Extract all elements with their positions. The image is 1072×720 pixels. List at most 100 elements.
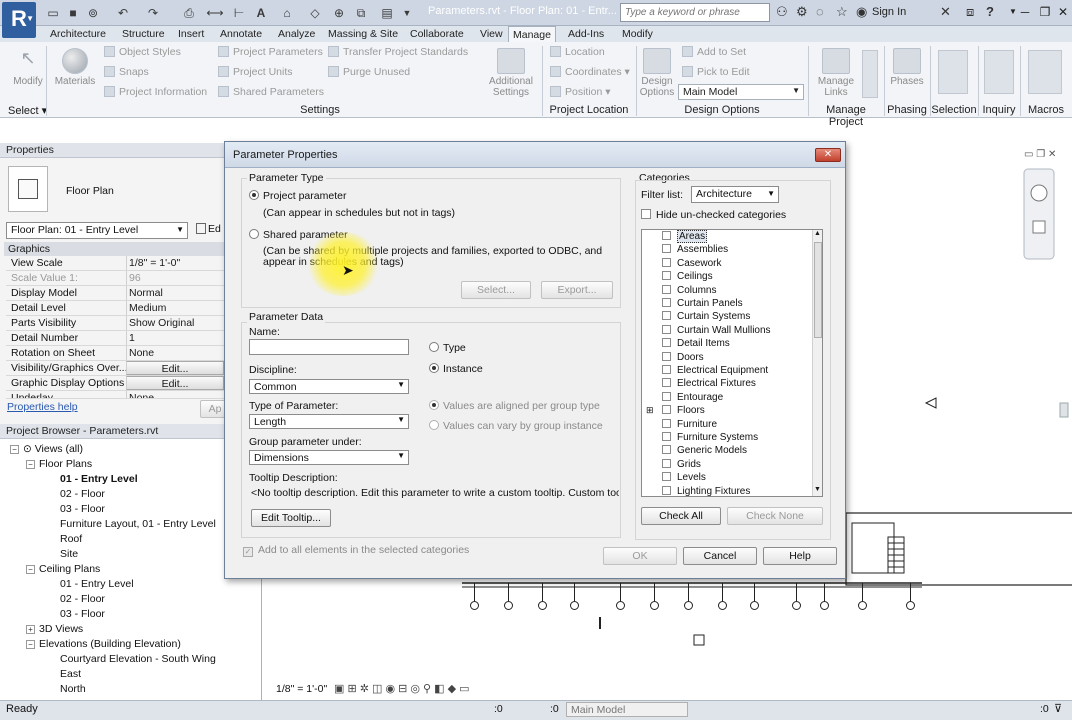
category-item[interactable]: Assemblies (642, 244, 812, 257)
category-item[interactable]: Electrical Equipment (642, 365, 812, 378)
checkbox-icon[interactable] (662, 405, 671, 415)
redo-icon[interactable]: ↷ (144, 4, 162, 22)
scroll-down-icon[interactable]: ▼ (814, 486, 821, 493)
expand-icon[interactable]: + (26, 625, 35, 634)
user-icon[interactable]: ◉ (856, 4, 867, 20)
category-item[interactable]: Areas (642, 230, 812, 244)
pick-to-edit-button[interactable]: Pick to Edit (682, 66, 750, 78)
shared-parameters-button[interactable]: Shared Parameters (218, 86, 324, 98)
edit-tooltip-button[interactable]: Edit Tooltip... (251, 509, 331, 527)
expand-icon[interactable]: − (10, 445, 19, 454)
save-icon[interactable]: ■ (64, 4, 82, 22)
checkbox-icon[interactable] (662, 458, 671, 468)
purge-unused-button[interactable]: Purge Unused (328, 66, 410, 78)
measure-icon[interactable]: ⟷ (206, 4, 224, 22)
chevron-down-icon[interactable]: ▼ (398, 4, 416, 22)
tree-item[interactable]: Courtyard Elevation - South Wing (60, 653, 216, 665)
checkbox-icon[interactable] (662, 391, 671, 401)
status-main-model-select[interactable]: Main Model (566, 702, 688, 717)
tree-item[interactable]: − ⊙ Views (all) (10, 443, 83, 455)
expand-icon[interactable]: − (26, 640, 35, 649)
category-item[interactable]: Casework (642, 257, 812, 271)
values-vary-radio[interactable]: Values can vary by group instance (429, 420, 603, 432)
category-item[interactable]: Generic Models (642, 445, 812, 458)
add-to-all-checkbox[interactable]: ✓ Add to all elements in the selected cat… (243, 544, 469, 557)
search-input[interactable] (620, 3, 770, 22)
section-icon[interactable]: ◇ (306, 4, 324, 22)
checkbox-icon[interactable] (662, 324, 671, 334)
inquiry-icon[interactable] (984, 50, 1014, 94)
project-information-button[interactable]: Project Information (104, 86, 207, 98)
tree-item[interactable]: 01 - Entry Level (60, 473, 138, 485)
property-value[interactable]: 1/8" = 1'-0" (126, 256, 224, 270)
text-icon[interactable]: A (252, 4, 270, 22)
design-options-button[interactable]: Design Options (638, 48, 676, 98)
edit-type-button[interactable]: Ed (196, 223, 221, 235)
tree-item[interactable]: − Ceiling Plans (26, 563, 100, 575)
check-none-button[interactable]: Check None (727, 507, 823, 525)
checkbox-icon[interactable] (662, 311, 671, 321)
tab-architecture[interactable]: Architecture (46, 26, 110, 42)
sync-icon[interactable]: ⊚ (84, 4, 102, 22)
starting-view-icon[interactable] (862, 50, 878, 98)
category-item[interactable]: Entourage (642, 391, 812, 405)
tab-analyze[interactable]: Analyze (274, 26, 319, 42)
view-scale-control[interactable]: 1/8" = 1'-0" (276, 683, 327, 695)
checkbox-icon[interactable] (662, 365, 671, 374)
tree-item[interactable]: − Elevations (Building Elevation) (26, 638, 181, 650)
snaps-button[interactable]: Snaps (104, 66, 149, 78)
check-all-button[interactable]: Check All (641, 507, 721, 525)
help-icon[interactable]: ? (986, 4, 994, 19)
materials-button[interactable]: Materials (52, 48, 98, 87)
tree-item[interactable]: Furniture Layout, 01 - Entry Level (60, 518, 216, 530)
help-button[interactable]: Help (763, 547, 837, 565)
expand-icon[interactable]: ⊞ (646, 405, 654, 416)
object-styles-button[interactable]: Object Styles (104, 46, 181, 58)
instance-selector[interactable]: Floor Plan: 01 - Entry Level ▼ (6, 222, 188, 239)
categories-list[interactable]: Areas Assemblies Casework Ceilings Columns Cu… (641, 229, 823, 497)
filter-icon[interactable]: ⊽ (1054, 702, 1062, 715)
expand-icon[interactable]: − (26, 565, 35, 574)
3d-icon[interactable]: ⌂ (278, 4, 296, 22)
tab-add-ins[interactable]: Add-Ins (564, 26, 608, 42)
instance-radio[interactable]: Instance (429, 363, 483, 375)
tab-massing-site[interactable]: Massing & Site (324, 26, 402, 42)
close-windows-icon[interactable]: ⧉ (352, 4, 370, 22)
checkbox-icon[interactable] (662, 231, 671, 240)
open-icon[interactable]: ▭ (44, 4, 62, 22)
checkbox-icon[interactable] (662, 244, 671, 254)
project-units-button[interactable]: Project Units (218, 66, 293, 78)
category-item[interactable]: Furniture Systems (642, 432, 812, 445)
print-icon[interactable]: ⎙ (180, 4, 198, 22)
checkbox-icon[interactable] (662, 485, 671, 495)
checkbox-icon[interactable] (662, 298, 671, 307)
category-item[interactable]: ⊞ Floors (642, 405, 812, 418)
expand-icon[interactable]: − (26, 460, 35, 469)
scroll-up-icon[interactable]: ▲ (814, 230, 821, 237)
tree-item[interactable]: 03 - Floor (60, 608, 105, 620)
exchange-icon[interactable]: ✕ (940, 4, 951, 20)
tree-item[interactable]: Site (60, 548, 78, 560)
project-parameters-button[interactable]: Project Parameters (218, 46, 323, 58)
communication-icon[interactable]: ◌ (816, 4, 824, 19)
checkbox-icon[interactable] (662, 257, 671, 267)
category-item[interactable]: Furniture (642, 418, 812, 432)
tree-item[interactable]: Roof (60, 533, 82, 545)
main-model-select[interactable]: Main Model ▼ (678, 84, 804, 100)
macros-icon[interactable] (1028, 50, 1062, 94)
category-item[interactable]: Doors (642, 351, 812, 365)
star-icon[interactable]: ☆ (836, 4, 848, 20)
category-item[interactable]: Curtain Systems (642, 311, 812, 324)
properties-help-link[interactable]: Properties help (7, 401, 78, 413)
tree-item[interactable]: 01 - Entry Level (60, 578, 134, 590)
checkbox-icon[interactable] (662, 284, 671, 294)
category-item[interactable]: Curtain Wall Mullions (642, 324, 812, 338)
additional-settings-button[interactable]: Additional Settings (484, 48, 538, 98)
tab-manage[interactable]: Manage (508, 26, 556, 42)
checkbox-icon[interactable] (662, 445, 671, 455)
scrollbar-thumb[interactable] (814, 242, 822, 338)
ok-button[interactable]: OK (603, 547, 677, 565)
category-item[interactable]: Detail Items (642, 338, 812, 351)
select-button[interactable]: Select... (461, 281, 531, 299)
transfer-project-standards-button[interactable]: Transfer Project Standards (328, 46, 468, 58)
